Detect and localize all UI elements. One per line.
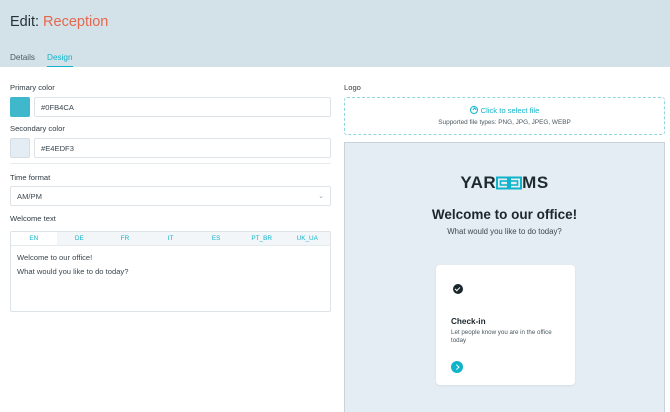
language-tab-it[interactable]: IT	[148, 232, 194, 245]
check-in-card[interactable]: Check-in Let people know you are in the …	[436, 265, 575, 385]
logo-text-left: YAR	[460, 173, 497, 192]
language-tab-pt-br[interactable]: PT_BR	[239, 232, 285, 245]
check-in-go-button[interactable]	[451, 361, 463, 373]
page-title: Edit: Reception	[10, 14, 108, 30]
logo-upload-dropzone[interactable]: Click to select file Supported file type…	[344, 97, 665, 135]
company-logo: YAR MS	[345, 173, 664, 193]
title-resource-name: Reception	[43, 14, 109, 30]
time-format-label: Time format	[10, 173, 51, 182]
upload-action-label: Click to select file	[480, 106, 540, 115]
check-circle-icon	[453, 284, 463, 294]
preview-subtitle: What would you like to do today?	[447, 227, 562, 236]
logo-text-right: MS	[522, 173, 549, 192]
card-title: Check-in	[451, 317, 486, 326]
tab-design[interactable]: Design	[47, 53, 73, 67]
primary-color-label: Primary color	[10, 83, 55, 92]
card-description: Let people know you are in the office to…	[451, 329, 552, 344]
time-format-value: AM/PM	[17, 191, 42, 201]
primary-color-swatch[interactable]	[10, 97, 30, 117]
language-tab-es[interactable]: ES	[193, 232, 239, 245]
upload-icon	[469, 106, 478, 114]
language-tab-fr[interactable]: FR	[102, 232, 148, 245]
secondary-color-input[interactable]: #E4EDF3	[34, 138, 331, 158]
secondary-color-row: #E4EDF3	[10, 138, 331, 158]
divider	[10, 163, 331, 164]
logo-label: Logo	[344, 83, 361, 92]
logo-mark-icon	[496, 176, 523, 190]
language-tab-de[interactable]: DE	[57, 232, 103, 245]
language-tab-uk-ua[interactable]: UK_UA	[284, 232, 330, 245]
upload-action[interactable]: Click to select file	[345, 106, 664, 115]
language-tab-en[interactable]: EN	[11, 232, 57, 245]
supported-file-types: Supported file types: PNG, JPG, JPEG, WE…	[438, 119, 571, 126]
time-format-select[interactable]: AM/PM ⌄	[10, 186, 331, 206]
page-header: Edit: Reception Details Design	[0, 0, 670, 67]
chevron-down-icon: ⌄	[318, 193, 324, 200]
tab-bar: Details Design	[10, 53, 73, 67]
welcome-text-label: Welcome text	[10, 214, 56, 223]
primary-color-input[interactable]: #0FB4CA	[34, 97, 331, 117]
welcome-text-line-2[interactable]: What would you like to do today?	[17, 267, 128, 276]
welcome-text-editor: EN DE FR IT ES PT_BR UK_UA Welcome to ou…	[10, 231, 331, 312]
secondary-color-label: Secondary color	[10, 124, 65, 133]
tab-details[interactable]: Details	[10, 53, 35, 67]
primary-color-row: #0FB4CA	[10, 97, 331, 117]
title-prefix: Edit:	[10, 14, 40, 30]
kiosk-preview: YAR MS Welcome to our office! What would …	[344, 142, 665, 412]
secondary-color-swatch[interactable]	[10, 138, 30, 158]
language-tabs: EN DE FR IT ES PT_BR UK_UA	[11, 232, 330, 246]
preview-title: Welcome to our office!	[431, 207, 578, 222]
welcome-text-line-1[interactable]: Welcome to our office!	[17, 253, 92, 262]
